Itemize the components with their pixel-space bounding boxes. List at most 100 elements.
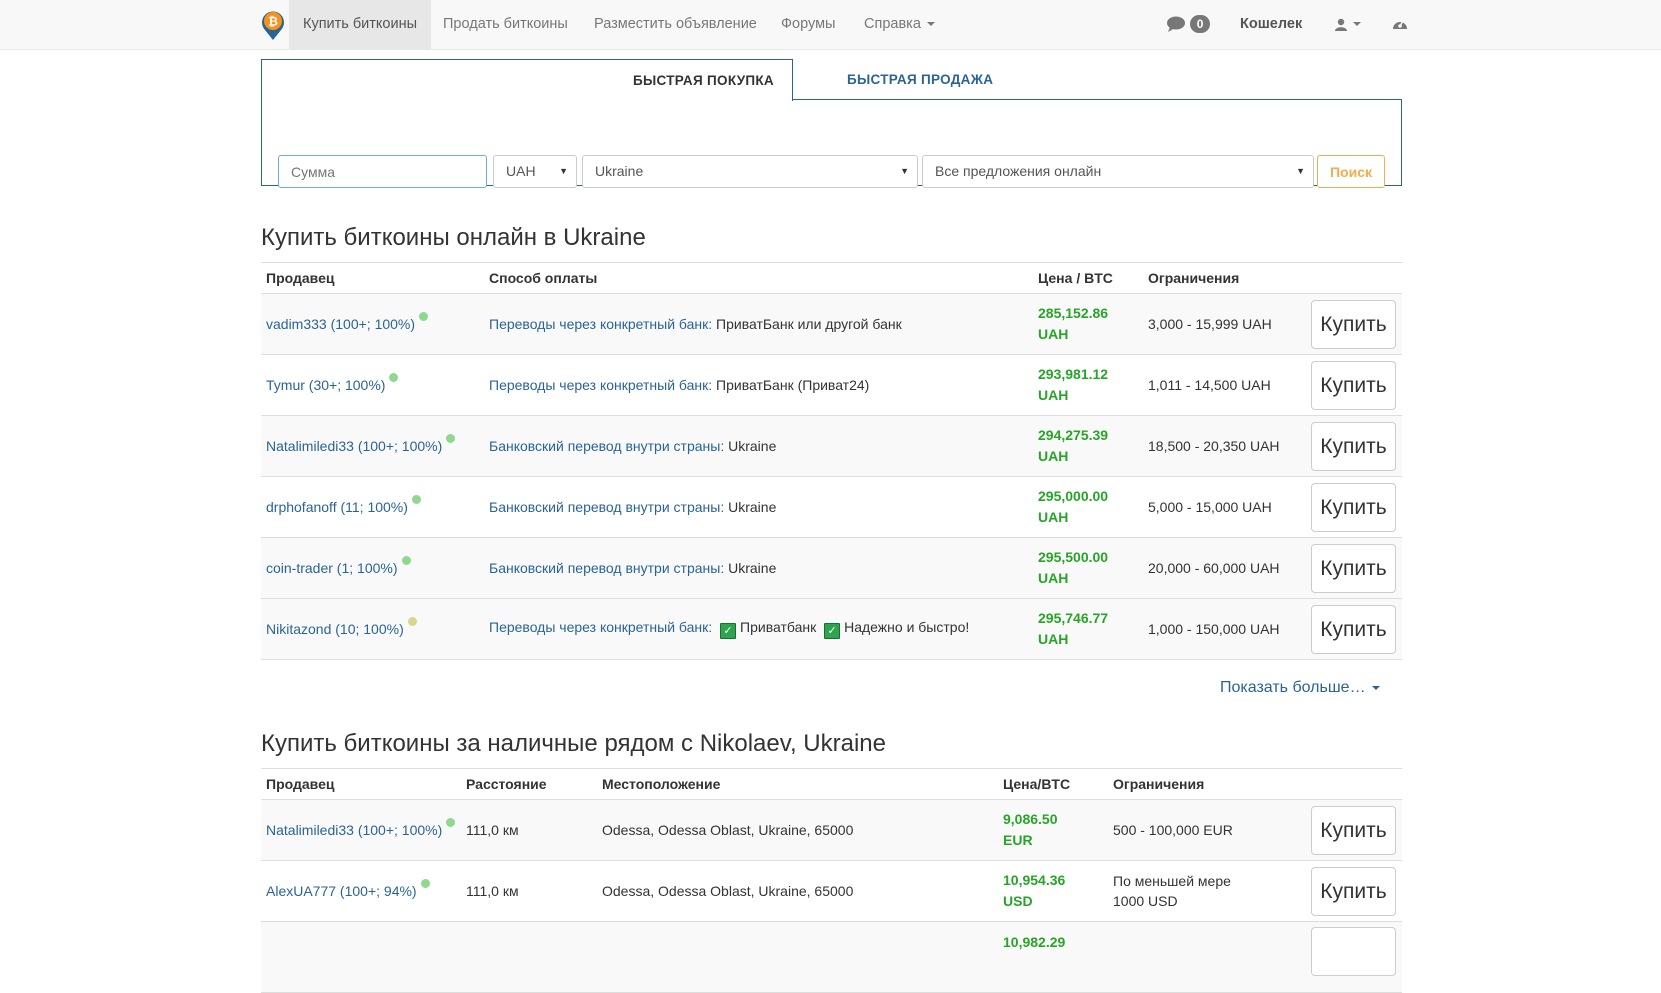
- column-header: Цена/BTC: [998, 768, 1108, 800]
- price-currency: EUR: [1003, 832, 1033, 848]
- payment-method-text: ПриватБанк (Приват24): [716, 377, 870, 393]
- column-header: Ограничения: [1143, 262, 1306, 294]
- country-select[interactable]: Ukraine ▼: [582, 155, 918, 188]
- buy-button[interactable]: Купить: [1311, 866, 1396, 916]
- price-currency: UAH: [1038, 631, 1069, 647]
- table-row: 10,982.29: [261, 921, 1402, 993]
- price-currency: UAH: [1038, 509, 1069, 525]
- buy-button[interactable]: Купить: [1311, 421, 1396, 471]
- nav-sell-bitcoins[interactable]: Продать биткоины: [429, 0, 582, 49]
- quick-search-panel: UAH ▼ Ukraine ▼ Все предложения онлайн ▼ По…: [261, 59, 1402, 188]
- quick-search-form: UAH ▼ Ukraine ▼ Все предложения онлайн ▼ По…: [261, 99, 1402, 188]
- limits-line: По меньшей мере: [1113, 873, 1231, 889]
- online-status-dot: [446, 818, 456, 827]
- chat-bubble-icon: [1167, 16, 1185, 32]
- payment-method-link[interactable]: Переводы через конкретный банк:: [489, 316, 712, 332]
- limits-text: 20,000 - 60,000 UAH: [1143, 537, 1306, 599]
- seller-link[interactable]: vadim333 (100+; 100%): [266, 316, 415, 332]
- buy-button[interactable]: Купить: [1311, 482, 1396, 532]
- payment-method-text: ПриватБанк или другой банк: [716, 316, 902, 332]
- seller-link[interactable]: Tymur (30+; 100%): [266, 377, 385, 393]
- nav-wallet[interactable]: Кошелек: [1226, 0, 1316, 49]
- currency-select[interactable]: UAH ▼: [493, 155, 577, 188]
- seller-link[interactable]: Nikitazond (10; 100%): [266, 621, 404, 637]
- nav-forums[interactable]: Форумы: [767, 0, 849, 49]
- nav-buy-bitcoins[interactable]: Купить биткоины: [289, 0, 432, 49]
- column-header: [1306, 768, 1402, 800]
- seller-link[interactable]: drphofanoff (11; 100%): [266, 499, 408, 515]
- nav-post-ad[interactable]: Разместить объявление: [580, 0, 771, 49]
- table-row: Nikitazond (10; 100%) Переводы через кон…: [261, 598, 1402, 660]
- buy-button[interactable]: Купить: [1311, 805, 1396, 855]
- buy-button[interactable]: Купить: [1311, 360, 1396, 410]
- distance-text: 111,0 км: [461, 799, 597, 861]
- seller-link[interactable]: Natalimiledi33 (100+; 100%): [266, 822, 442, 838]
- table-header-row: Продавец Расстояние Местоположение Цена/…: [261, 768, 1402, 800]
- seller-link[interactable]: AlexUA777 (100+; 94%): [266, 883, 417, 899]
- limits-line: 1000 USD: [1113, 893, 1178, 909]
- dashboard-gauge-icon: [1393, 20, 1407, 30]
- location-text: Odessa, Odessa Oblast, Ukraine, 65000: [597, 799, 998, 861]
- nav-help-dropdown[interactable]: Справка: [850, 0, 949, 49]
- messages-button[interactable]: 0: [1152, 0, 1224, 49]
- online-section-title: Купить биткоины онлайн в Ukraine: [261, 224, 646, 251]
- dropdown-arrow-icon: ▼: [559, 166, 568, 176]
- tab-quick-buy[interactable]: БЫСТРАЯ ПОКУПКА: [261, 59, 793, 101]
- price-currency: UAH: [1038, 570, 1069, 586]
- online-status-dot: [401, 556, 411, 565]
- chevron-down-icon: [926, 22, 935, 27]
- buy-button[interactable]: Купить: [1311, 299, 1396, 349]
- price-currency: USD: [1003, 893, 1033, 909]
- online-status-dot: [420, 879, 430, 888]
- messages-count-badge: 0: [1190, 15, 1211, 34]
- buy-button[interactable]: Купить: [1311, 604, 1396, 654]
- online-status-dot: [419, 312, 429, 321]
- bitcoin-logo-icon[interactable]: ₿: [258, 8, 288, 41]
- price-value: 293,981.12: [1038, 366, 1109, 382]
- tab-quick-sell[interactable]: БЫСТРАЯ ПРОДАЖА: [847, 59, 993, 100]
- online-status-dot: [389, 373, 399, 382]
- seller-link[interactable]: coin-trader (1; 100%): [266, 560, 398, 576]
- show-more-link[interactable]: Показать больше…: [1220, 679, 1380, 697]
- column-header: Местоположение: [597, 768, 998, 800]
- user-menu-dropdown[interactable]: [1321, 0, 1375, 49]
- payment-method-link[interactable]: Переводы через конкретный банк:: [489, 377, 712, 393]
- check-mark-icon: ✓: [824, 623, 841, 639]
- column-header: Ограничения: [1108, 768, 1306, 800]
- payment-method-link[interactable]: Банковский перевод внутри страны:: [489, 499, 724, 515]
- price-value: 295,500.00: [1038, 549, 1109, 565]
- dropdown-arrow-icon: ▼: [900, 166, 909, 176]
- top-navbar: ₿ Купить биткоины Продать биткоины Разме…: [0, 0, 1661, 50]
- payment-method-link[interactable]: Переводы через конкретный банк:: [489, 619, 712, 635]
- status-dot: [407, 617, 417, 626]
- payment-method-text: Ukraine: [728, 499, 777, 515]
- payment-method-link[interactable]: Банковский перевод внутри страны:: [489, 438, 724, 454]
- payment-method-link[interactable]: Банковский перевод внутри страны:: [489, 560, 724, 576]
- check-mark-icon: ✓: [720, 623, 737, 639]
- buy-button[interactable]: Купить: [1311, 543, 1396, 593]
- amount-input[interactable]: [278, 155, 487, 188]
- payment-method-text: Надежно и быстро!: [844, 619, 970, 635]
- seller-link[interactable]: Natalimiledi33 (100+; 100%): [266, 438, 442, 454]
- dashboard-button[interactable]: [1378, 0, 1422, 49]
- offer-type-select[interactable]: Все предложения онлайн ▼: [922, 155, 1314, 188]
- chevron-down-icon: [1353, 22, 1361, 27]
- table-row: coin-trader (1; 100%) Банковский перевод…: [261, 537, 1402, 599]
- table-row: Tymur (30+; 100%) Переводы через конкрет…: [261, 354, 1402, 416]
- column-header: Продавец: [261, 768, 461, 800]
- price-value: 295,000.00: [1038, 488, 1109, 504]
- show-more-label: Показать больше…: [1220, 679, 1366, 696]
- limits-text: 1,000 - 150,000 UAH: [1143, 598, 1306, 660]
- price-value: 285,152.86: [1038, 305, 1109, 321]
- search-button[interactable]: Поиск: [1317, 155, 1385, 188]
- buy-button[interactable]: [1311, 927, 1396, 976]
- price-value: 9,086.50: [1003, 811, 1058, 827]
- country-select-value: Ukraine: [595, 163, 644, 179]
- column-header: Продавец: [261, 262, 484, 294]
- table-header-row: Продавец Способ оплаты Цена / BTC Ограни…: [261, 262, 1402, 294]
- currency-select-value: UAH: [506, 163, 536, 179]
- table-row: Natalimiledi33 (100+; 100%) Банковский п…: [261, 415, 1402, 477]
- table-row: Natalimiledi33 (100+; 100%) 111,0 км Ode…: [261, 799, 1402, 861]
- price-value: 295,746.77: [1038, 610, 1109, 626]
- limits-text: 5,000 - 15,000 UAH: [1143, 476, 1306, 538]
